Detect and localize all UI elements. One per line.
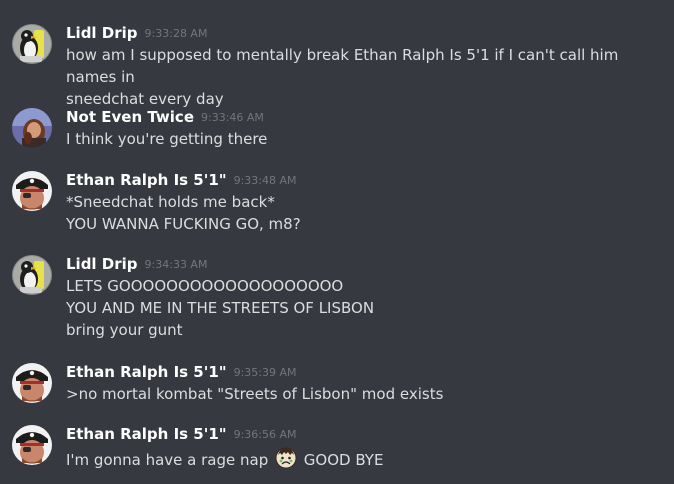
penguin-avatar-icon[interactable] bbox=[12, 255, 52, 295]
message-author[interactable]: Ethan Ralph Is 5'1" bbox=[66, 425, 227, 443]
message-timestamp: 9:33:46 AM bbox=[201, 111, 264, 124]
message-line: *Sneedchat holds me back* bbox=[66, 193, 275, 211]
message-line: sneedchat every day bbox=[66, 90, 224, 108]
message-timestamp: 9:33:28 AM bbox=[144, 27, 208, 40]
sad-face-emoji-icon[interactable] bbox=[275, 447, 297, 469]
pirate-avatar-icon[interactable] bbox=[12, 363, 52, 403]
message-content: LETS GOOOOOOOOOOOOOOOOOOO YOU AND ME IN … bbox=[66, 275, 656, 341]
message-author[interactable]: Lidl Drip bbox=[66, 24, 138, 42]
chat-message-list: Lidl Drip 9:33:28 AM how am I supposed to… bbox=[0, 0, 674, 484]
message-line: LETS GOOOOOOOOOOOOOOOOOOO bbox=[66, 277, 344, 295]
message-timestamp: 9:35:39 AM bbox=[233, 366, 297, 379]
message-content: I'm gonna have a rage nap GOOD BYE bbox=[66, 447, 656, 471]
message-line: I'm gonna have a rage nap GOOD BYE bbox=[66, 447, 656, 471]
message-line: YOU WANNA FUCKING GO, m8? bbox=[66, 215, 301, 233]
penguin-avatar-icon[interactable] bbox=[12, 24, 52, 64]
message-author[interactable]: Ethan Ralph Is 5'1" bbox=[66, 171, 227, 189]
message-author[interactable]: Ethan Ralph Is 5'1" bbox=[66, 363, 227, 381]
message-author[interactable]: Lidl Drip bbox=[66, 255, 138, 273]
message-timestamp: 9:34:33 AM bbox=[144, 258, 208, 271]
message-line: >no mortal kombat "Streets of Lisbon" mo… bbox=[66, 385, 444, 403]
message-content: I think you're getting there bbox=[66, 128, 656, 150]
person-photo-avatar-icon[interactable] bbox=[12, 108, 52, 148]
message-line: YOU AND ME IN THE STREETS OF LISBON bbox=[66, 299, 375, 317]
message-content: >no mortal kombat "Streets of Lisbon" mo… bbox=[66, 383, 656, 405]
message-line: how am I supposed to mentally break Etha… bbox=[66, 46, 624, 86]
message-line: I think you're getting there bbox=[66, 130, 268, 148]
message-line: bring your gunt bbox=[66, 321, 183, 339]
pirate-avatar-icon[interactable] bbox=[12, 425, 52, 465]
message-text: GOOD BYE bbox=[299, 451, 384, 469]
message-timestamp: 9:33:48 AM bbox=[233, 174, 297, 187]
message-text: I'm gonna have a rage nap bbox=[66, 451, 273, 469]
message-content: *Sneedchat holds me back* YOU WANNA FUCK… bbox=[66, 191, 656, 235]
message-content: how am I supposed to mentally break Etha… bbox=[66, 44, 656, 110]
message-author[interactable]: Not Even Twice bbox=[66, 108, 194, 126]
pirate-avatar-icon[interactable] bbox=[12, 171, 52, 211]
message-timestamp: 9:36:56 AM bbox=[233, 428, 297, 441]
